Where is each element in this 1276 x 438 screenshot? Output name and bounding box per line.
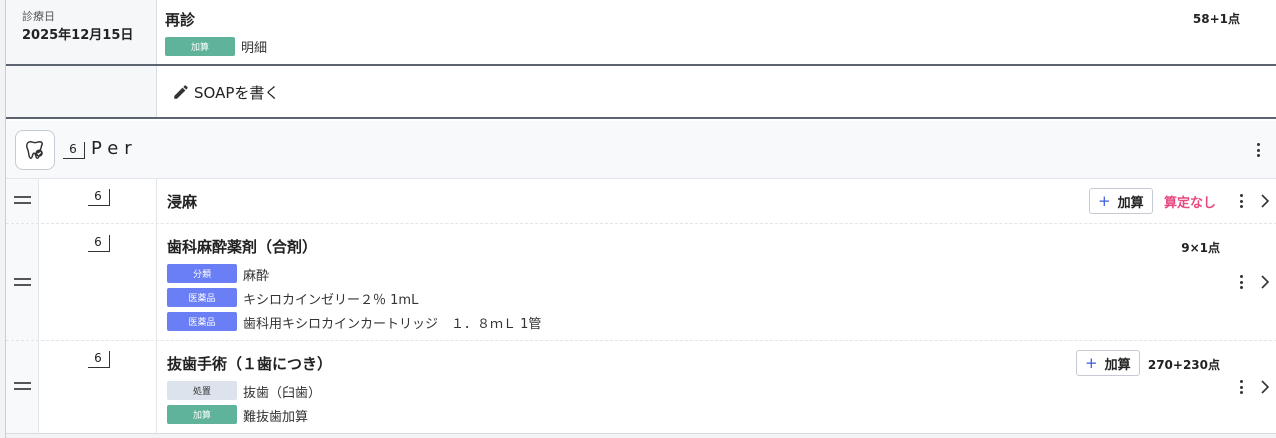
write-soap-button[interactable]: SOAPを書く (172, 81, 279, 103)
detail-text: 難抜歯加算 (243, 410, 309, 425)
row-more-menu-icon[interactable] (1235, 191, 1247, 211)
row-more-menu-icon[interactable] (1235, 377, 1247, 397)
tooth-group-header: 6 Per (6, 121, 1276, 179)
tooth-number-cell: 6 (39, 341, 157, 433)
next-row-edge (6, 433, 1276, 438)
soap-row-gutter (6, 66, 157, 117)
not-calculated-status: 算定なし (1164, 196, 1217, 211)
procedure-row[interactable]: 6 浸麻 + 加算 算定なし (6, 179, 1276, 224)
chevron-right-icon[interactable] (1260, 379, 1270, 395)
detail-text: 抜歯（臼歯） (243, 386, 322, 401)
tooth-number: 6 (69, 142, 77, 156)
tooth-chart-button[interactable] (15, 130, 55, 170)
row-more-menu-icon[interactable] (1235, 272, 1247, 292)
treatment-record-panel: 診療日 2025年12月15日 再診 加算 明細 58+1点 SOAPを書く 6… (5, 0, 1276, 438)
detail-link[interactable]: 明細 (241, 37, 267, 56)
tooth-number-marker: 6 (88, 351, 112, 369)
drag-handle-icon[interactable] (14, 196, 31, 204)
app-frame: 診療日 2025年12月15日 再診 加算 明細 58+1点 SOAPを書く 6… (0, 0, 1276, 438)
visit-date-cell: 診療日 2025年12月15日 (6, 0, 157, 64)
visit-header: 診療日 2025年12月15日 再診 加算 明細 58+1点 (6, 0, 1276, 66)
visit-date: 2025年12月15日 (22, 28, 134, 43)
tooth-number-marker: 6 (63, 142, 87, 160)
procedure-row[interactable]: 6 抜歯手術（１歯につき） + 加算 270+230点 処置 抜歯（臼歯） 加算… (6, 341, 1276, 433)
tooth-number: 6 (94, 189, 102, 203)
diagnosis-name: Per (91, 138, 138, 159)
procedure-points: 9×1点 (1181, 241, 1220, 255)
tooth-number: 6 (94, 351, 102, 365)
plus-icon: + (1085, 353, 1098, 372)
tooth-icon (26, 141, 43, 159)
visit-date-label: 診療日 (22, 10, 55, 23)
tooth-number-marker: 6 (88, 235, 112, 253)
procedure-points: 270+230点 (1147, 358, 1220, 372)
drag-handle-icon[interactable] (14, 382, 31, 390)
pencil-icon (174, 85, 188, 99)
medicine-badge: 医薬品 (167, 312, 237, 331)
tooth-number-marker: 6 (88, 189, 112, 207)
procedure-title: 抜歯手術（１歯につき） (167, 355, 333, 373)
procedure-row[interactable]: 6 歯科麻酔薬剤（合剤） 9×1点 分類 麻酔 医薬品 キシロカインゼリー２％ … (6, 224, 1276, 341)
add-addition-button[interactable]: + 加算 (1076, 350, 1140, 376)
visit-points: 58+1点 (1192, 12, 1240, 26)
add-addition-label: 加算 (1117, 195, 1144, 211)
drag-handle-cell (6, 224, 39, 340)
detail-text: キシロカインゼリー２％ 1mL (243, 293, 419, 308)
tooth-number-cell: 6 (39, 179, 157, 223)
add-addition-button[interactable]: + 加算 (1089, 188, 1153, 214)
addition-badge: 加算 (165, 37, 235, 56)
category-badge: 分類 (167, 264, 237, 283)
detail-text: 麻酔 (243, 269, 270, 284)
soap-row: SOAPを書く (6, 66, 1276, 119)
chevron-right-icon[interactable] (1260, 274, 1270, 290)
tooth-number: 6 (94, 235, 102, 249)
drag-handle-icon[interactable] (14, 278, 31, 286)
medicine-badge: 医薬品 (167, 288, 237, 307)
tooth-number-cell: 6 (39, 224, 157, 340)
group-more-menu-icon[interactable] (1252, 140, 1264, 160)
plus-icon: + (1098, 191, 1111, 210)
write-soap-label: SOAPを書く (194, 83, 280, 102)
chevron-right-icon[interactable] (1260, 193, 1270, 209)
detail-text: 歯科用キシロカインカートリッジ １．８ｍＬ 1管 (243, 317, 542, 332)
treatment-badge: 処置 (167, 381, 237, 400)
drag-handle-cell (6, 179, 39, 223)
procedure-title: 浸麻 (167, 193, 198, 211)
add-addition-label: 加算 (1104, 357, 1131, 373)
addition-badge: 加算 (167, 405, 237, 424)
visit-type-title: 再診 (165, 11, 196, 29)
procedure-title: 歯科麻酔薬剤（合剤） (167, 238, 318, 256)
drag-handle-cell (6, 341, 39, 433)
